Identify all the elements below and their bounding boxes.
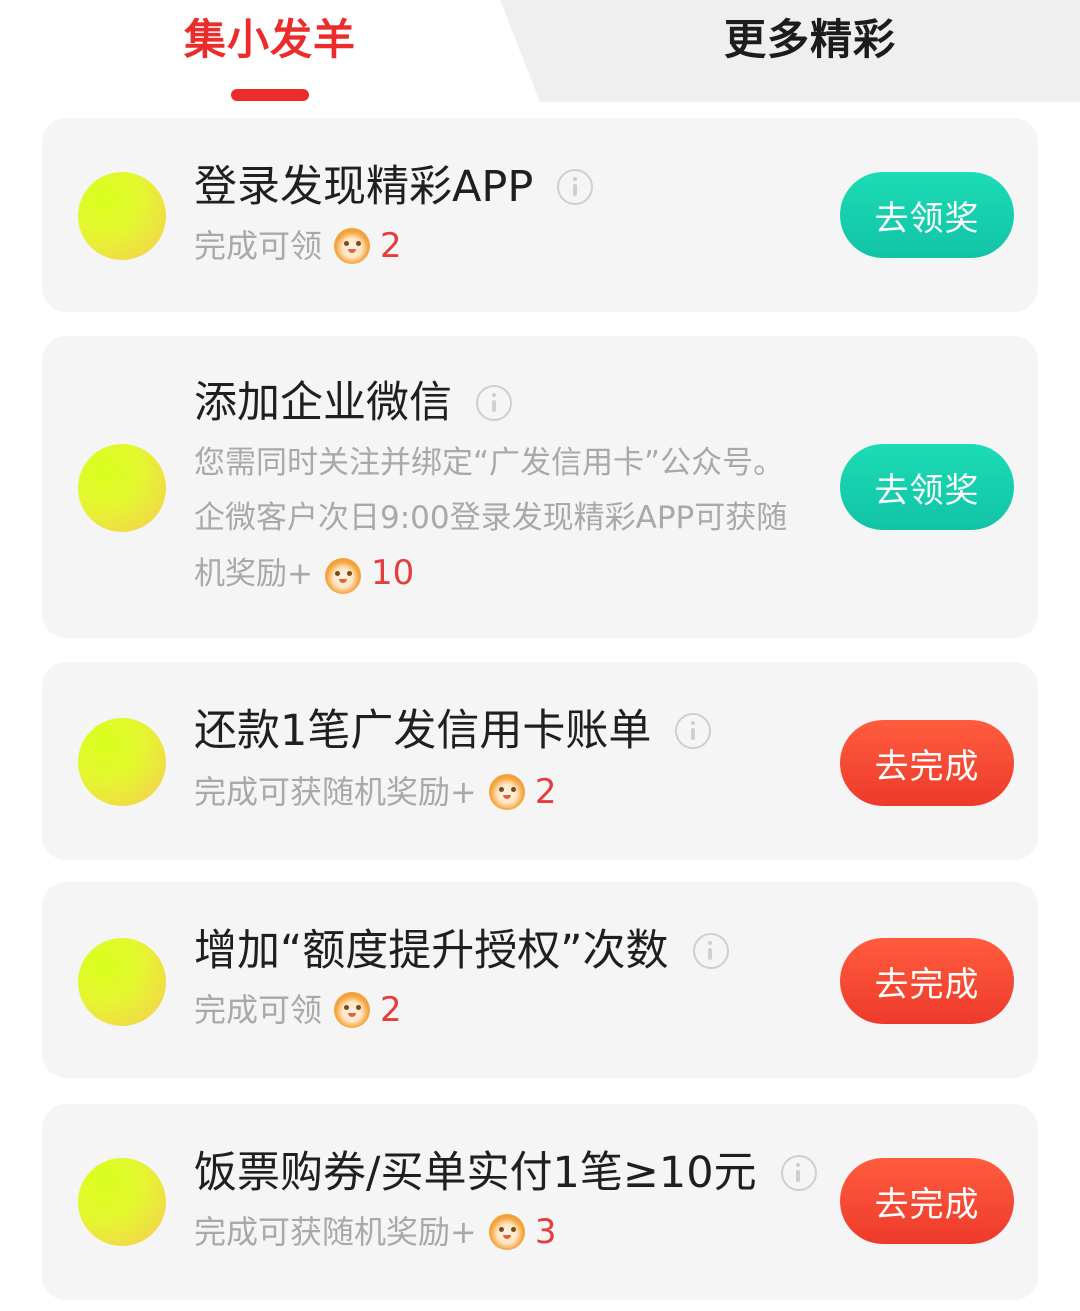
tab-ji-xiao-fa-yang[interactable]: 集小发羊 bbox=[120, 6, 420, 66]
task-card-add-wecom: 添加企业微信 您需同时关注并绑定“广发信用卡”公众号。企微客户次日9:00登录发… bbox=[42, 336, 1038, 638]
info-icon[interactable] bbox=[476, 385, 512, 421]
reward-text: 完成可获随机奖励+ bbox=[194, 773, 477, 811]
complete-task-button[interactable]: 去完成 bbox=[840, 938, 1014, 1024]
task-title-row: 还款1笔广发信用卡账单 bbox=[194, 704, 712, 758]
reward-amount: 2 bbox=[534, 772, 557, 812]
reward-text: 完成可领 bbox=[194, 991, 323, 1029]
task-card-login-app: 登录发现精彩APP 完成可领 2 去领奖 bbox=[42, 118, 1038, 312]
task-title: 增加“额度提升授权”次数 bbox=[194, 926, 669, 976]
task-title: 添加企业微信 bbox=[194, 378, 452, 428]
reward-amount: 2 bbox=[380, 226, 402, 266]
task-title: 登录发现精彩APP bbox=[194, 162, 534, 212]
task-title-row: 添加企业微信 bbox=[194, 376, 512, 430]
reward-amount: 10 bbox=[370, 553, 415, 593]
claim-reward-button[interactable]: 去领奖 bbox=[840, 172, 1014, 258]
claim-reward-button[interactable]: 去领奖 bbox=[840, 444, 1014, 530]
sheep-coin-icon bbox=[334, 228, 371, 264]
complete-task-button[interactable]: 去完成 bbox=[840, 1158, 1014, 1244]
sheep-coin-icon bbox=[334, 992, 371, 1028]
task-reward: 完成可领 2 bbox=[194, 988, 402, 1032]
info-icon[interactable] bbox=[675, 713, 712, 749]
sheep-coin-icon bbox=[488, 774, 525, 810]
task-reward: 完成可领 2 bbox=[194, 224, 402, 268]
task-description: 您需同时关注并绑定“广发信用卡”公众号。企微客户次日9:00登录发现精彩APP可… bbox=[194, 436, 804, 602]
reward-text: 完成可领 bbox=[194, 227, 323, 265]
reward-amount: 3 bbox=[534, 1212, 557, 1252]
sheep-coin-icon bbox=[324, 557, 361, 594]
description-text: 您需同时关注并绑定“广发信用卡”公众号。企微客户次日9:00登录发现精彩APP可… bbox=[194, 445, 788, 592]
task-title: 还款1笔广发信用卡账单 bbox=[194, 706, 652, 756]
sheep-coin-icon bbox=[488, 1214, 525, 1250]
task-orb-icon bbox=[78, 718, 166, 806]
task-orb-icon bbox=[78, 172, 166, 260]
tab-bar: 集小发羊 更多精彩 bbox=[0, 0, 1080, 112]
task-title-row: 增加“额度提升授权”次数 bbox=[194, 924, 729, 978]
task-title-row: 饭票购券/买单实付1笔≥10元 bbox=[194, 1146, 817, 1200]
tab-more-highlights[interactable]: 更多精彩 bbox=[660, 6, 960, 66]
info-icon[interactable] bbox=[557, 169, 594, 205]
active-tab-indicator bbox=[231, 89, 309, 101]
task-page: 集小发羊 更多精彩 登录发现精彩APP 完成可领 2 去领奖 添加企业微信 您需… bbox=[0, 0, 1080, 1311]
reward-text: 完成可获随机奖励+ bbox=[194, 1213, 477, 1251]
complete-task-button[interactable]: 去完成 bbox=[840, 720, 1014, 806]
task-orb-icon bbox=[78, 444, 166, 532]
info-icon[interactable] bbox=[780, 1155, 817, 1191]
task-card-meal-voucher: 饭票购券/买单实付1笔≥10元 完成可获随机奖励+ 3 去完成 bbox=[42, 1104, 1038, 1300]
info-icon[interactable] bbox=[692, 933, 729, 969]
task-card-repay-bill: 还款1笔广发信用卡账单 完成可获随机奖励+ 2 去完成 bbox=[42, 662, 1038, 860]
reward-amount: 2 bbox=[380, 990, 402, 1030]
task-title: 饭票购券/买单实付1笔≥10元 bbox=[194, 1148, 757, 1198]
task-orb-icon bbox=[78, 1158, 166, 1246]
task-reward: 完成可获随机奖励+ 2 bbox=[194, 770, 556, 814]
task-reward: 完成可获随机奖励+ 3 bbox=[194, 1210, 556, 1254]
task-title-row: 登录发现精彩APP bbox=[194, 160, 594, 214]
task-orb-icon bbox=[78, 938, 166, 1026]
task-card-credit-limit: 增加“额度提升授权”次数 完成可领 2 去完成 bbox=[42, 882, 1038, 1078]
